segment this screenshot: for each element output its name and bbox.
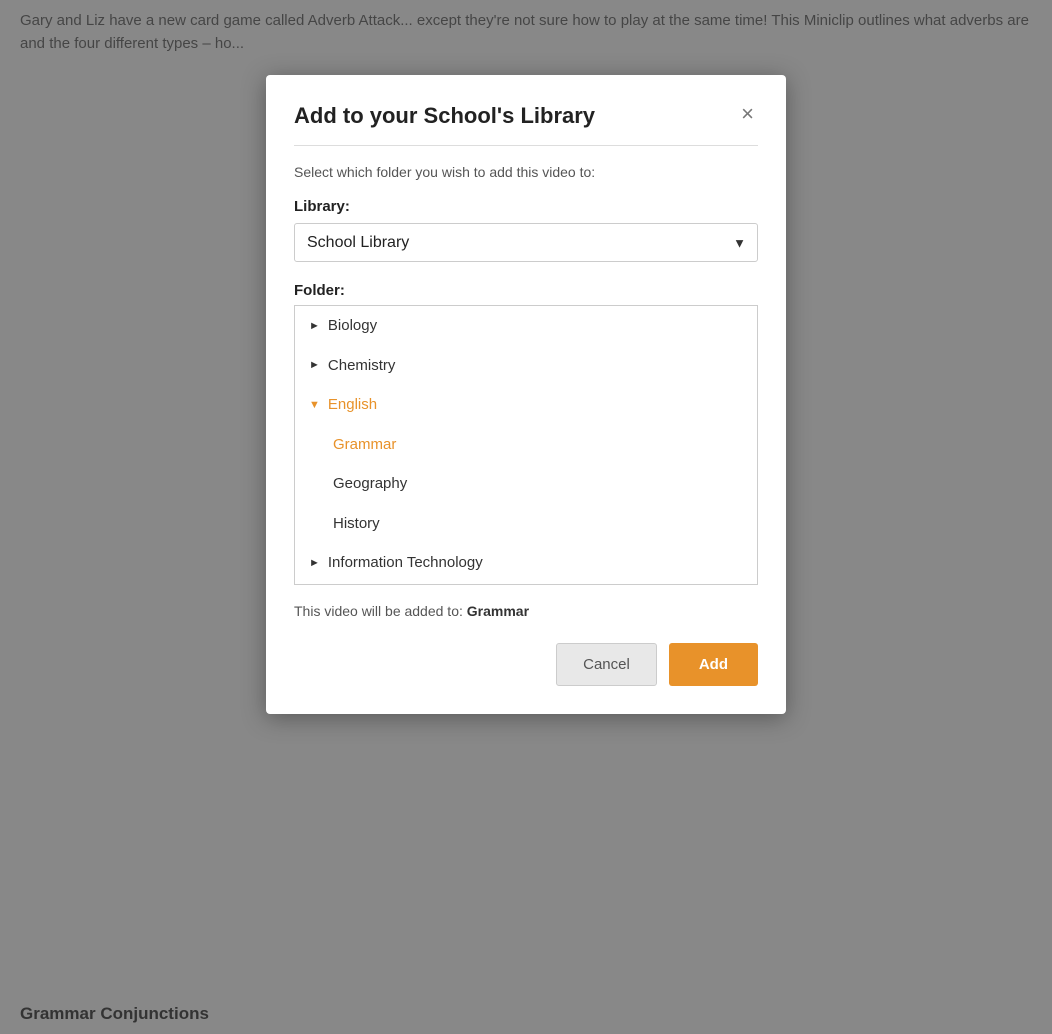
overlay: Add to your School's Library × Select wh… — [0, 0, 1052, 1034]
library-label: Library: — [294, 198, 758, 215]
modal-header: Add to your School's Library × — [294, 103, 758, 129]
library-select-wrapper: School Library ▼ — [294, 223, 758, 262]
folder-list-container[interactable]: ► Biology ► Chemistry ▼ English Grammar … — [294, 305, 758, 585]
folder-item-geography[interactable]: Geography — [295, 464, 757, 504]
cancel-button[interactable]: Cancel — [556, 643, 657, 686]
modal-footer: Cancel Add — [294, 643, 758, 686]
background-bottom-text: Grammar Conjunctions — [20, 1004, 209, 1024]
folder-item-history[interactable]: History — [295, 504, 757, 544]
add-button[interactable]: Add — [669, 643, 758, 686]
modal-instruction: Select which folder you wish to add this… — [294, 164, 758, 180]
folder-item-english-label: English — [328, 395, 377, 415]
folder-item-mathematics[interactable]: Mathematics — [295, 583, 757, 586]
collapse-arrow-icon: ► — [309, 556, 320, 570]
folder-item-chemistry-label: Chemistry — [328, 356, 396, 376]
modal-dialog: Add to your School's Library × Select wh… — [266, 75, 786, 714]
folder-item-geography-label: Geography — [333, 474, 407, 494]
folder-item-grammar-label: Grammar — [333, 435, 396, 455]
folder-item-english[interactable]: ▼ English — [295, 385, 757, 425]
expand-arrow-icon: ▼ — [309, 398, 320, 412]
summary-text: This video will be added to: Grammar — [294, 603, 758, 619]
collapse-arrow-icon: ► — [309, 319, 320, 333]
folder-item-biology[interactable]: ► Biology — [295, 306, 757, 346]
folder-item-grammar[interactable]: Grammar — [295, 425, 757, 465]
library-select[interactable]: School Library — [294, 223, 758, 262]
close-button[interactable]: × — [737, 103, 758, 125]
modal-title: Add to your School's Library — [294, 103, 595, 129]
summary-prefix: This video will be added to: — [294, 603, 467, 619]
folder-item-information-technology-label: Information Technology — [328, 553, 483, 573]
modal-divider — [294, 145, 758, 146]
folder-label: Folder: — [294, 282, 758, 299]
folder-item-chemistry[interactable]: ► Chemistry — [295, 346, 757, 386]
folder-item-biology-label: Biology — [328, 316, 377, 336]
folder-item-information-technology[interactable]: ► Information Technology — [295, 543, 757, 583]
folder-item-history-label: History — [333, 514, 380, 534]
folder-list: ► Biology ► Chemistry ▼ English Grammar … — [295, 306, 757, 585]
summary-folder: Grammar — [467, 603, 529, 619]
collapse-arrow-icon: ► — [309, 358, 320, 372]
